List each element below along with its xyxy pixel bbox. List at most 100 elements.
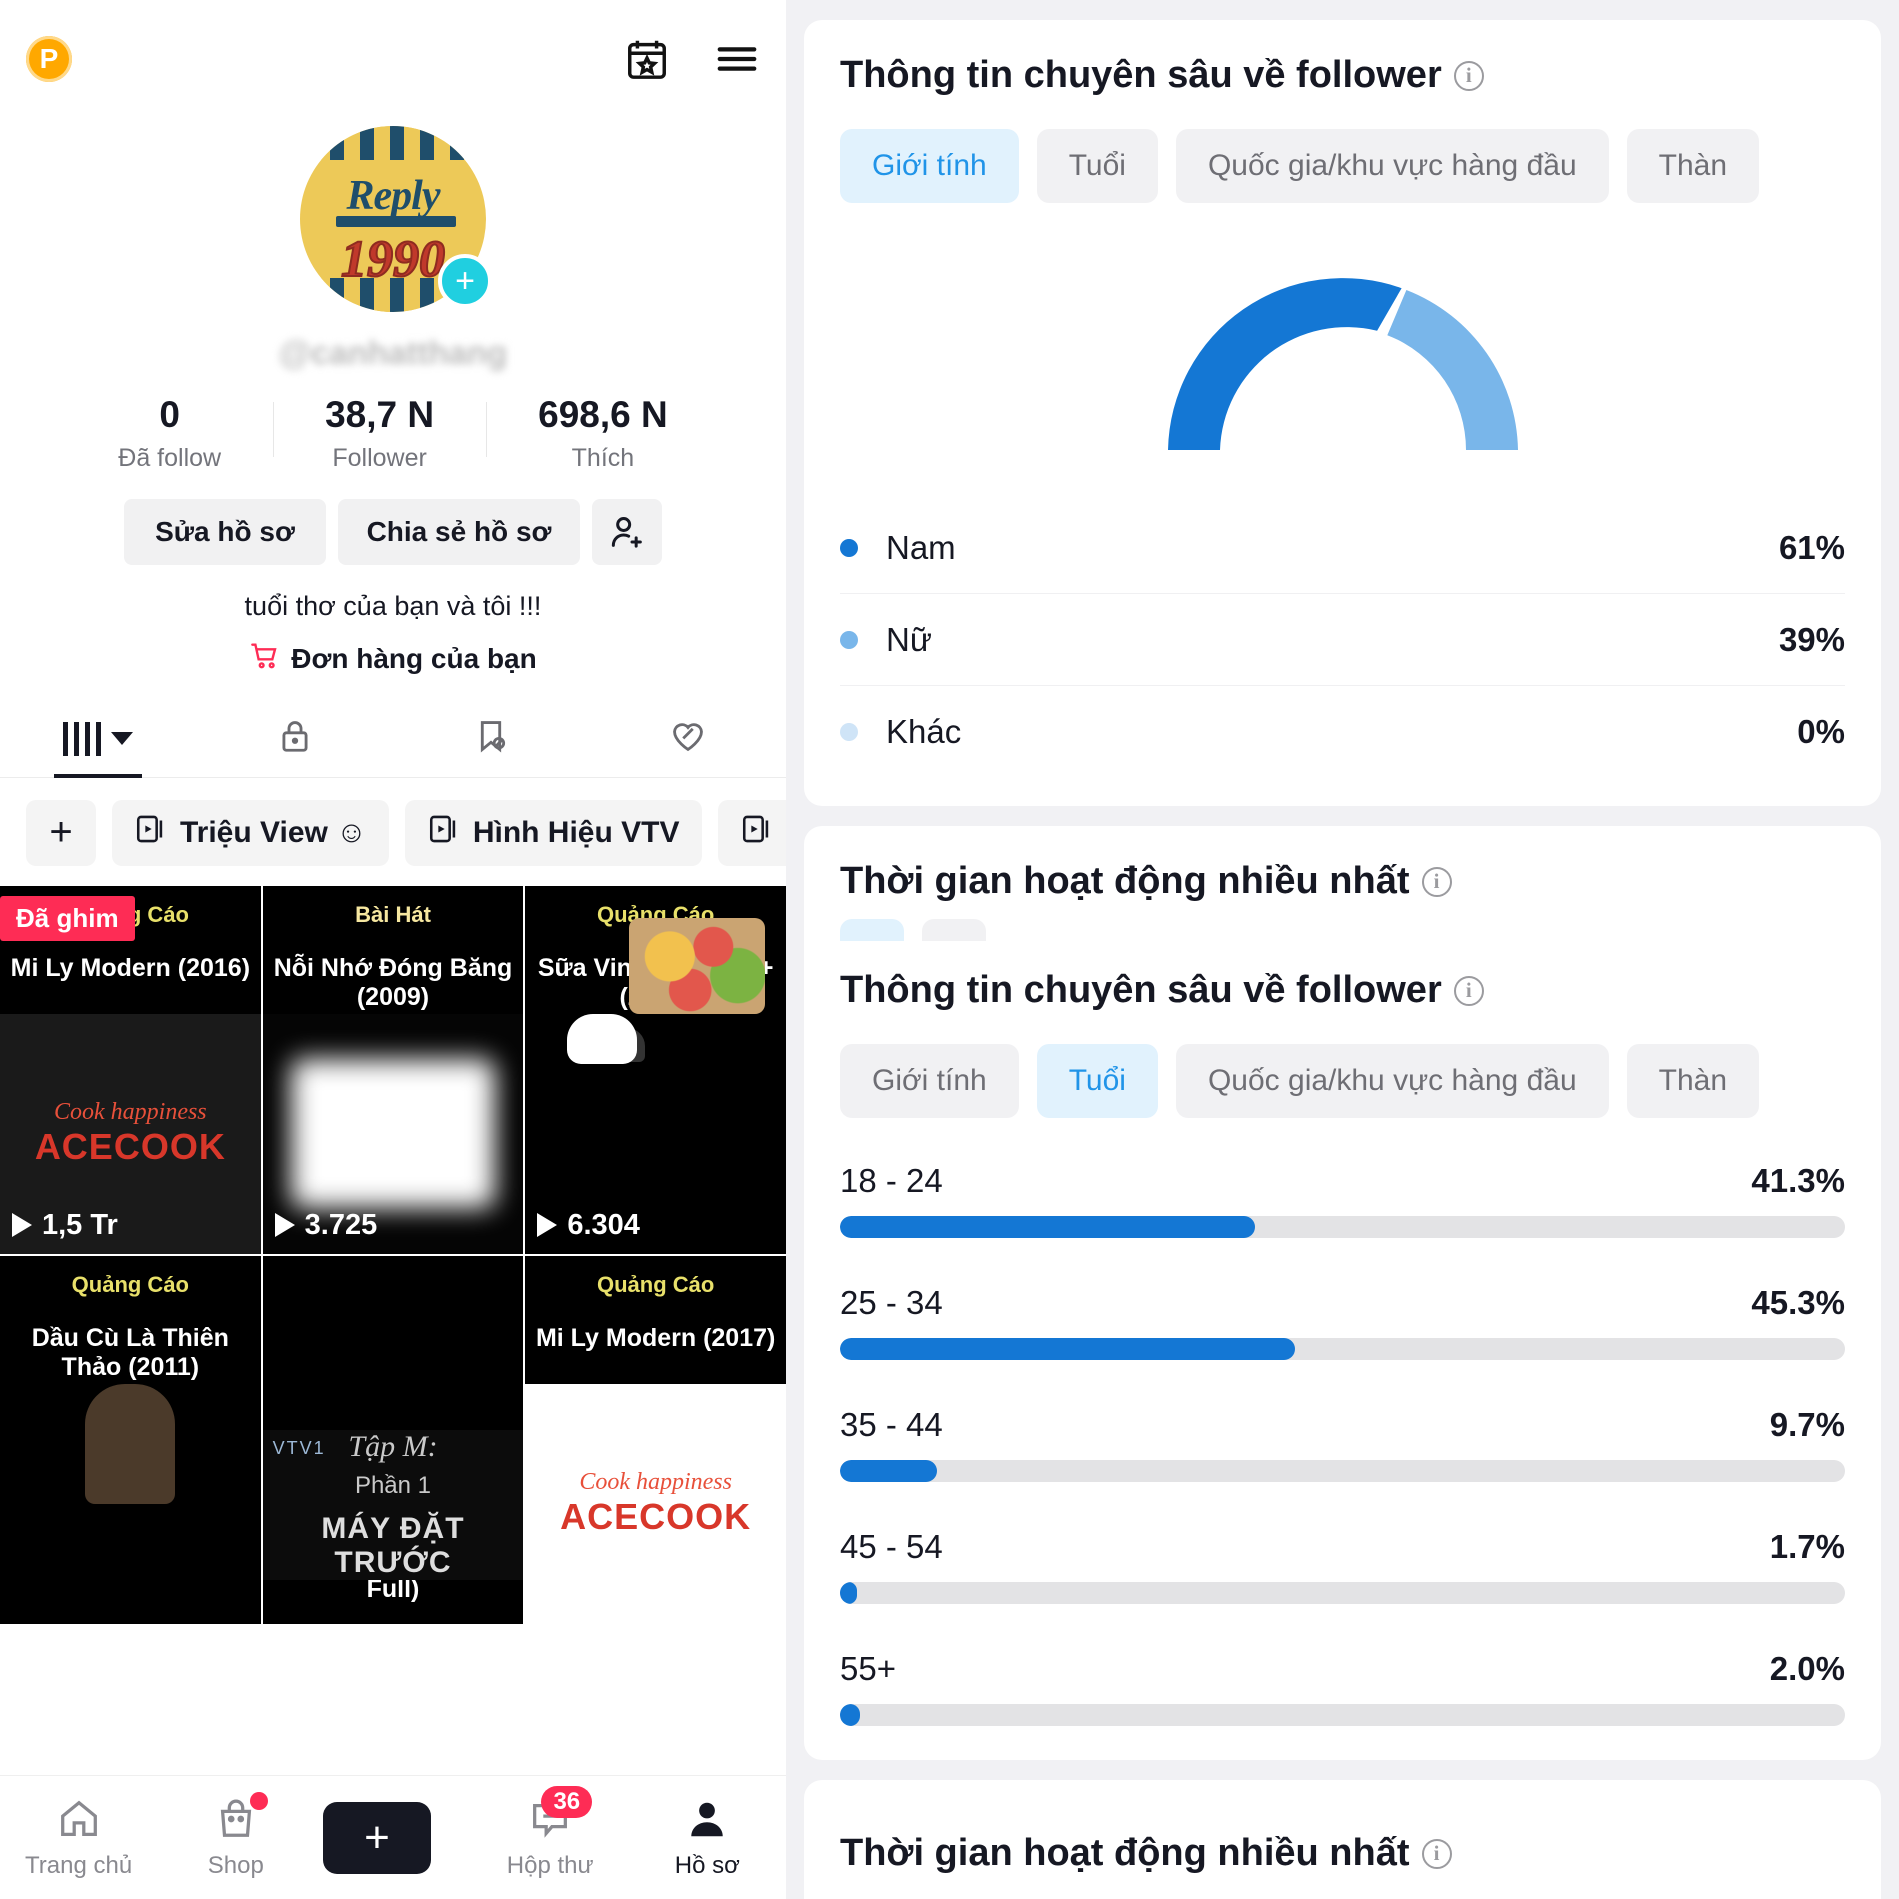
gender-gauge-chart [840,245,1845,450]
age-label: 55+ [840,1650,896,1687]
active-time-title-bottom: Thời gian hoạt động nhiều nhất i [840,1832,1845,1875]
legend-label-nu: Nữ [886,620,932,658]
tab-city[interactable]: Thàn [1626,129,1760,203]
playlist-chip[interactable]: Hình Hiệu VTV [404,799,702,866]
cow-shape [567,1013,638,1064]
edit-profile-button[interactable]: Sửa hồ sơ [124,498,326,565]
create-plus-icon[interactable]: + [314,1801,439,1874]
video-cell[interactable]: Cook happiness ACECOOK Quảng Cáo Mi Ly M… [525,1255,786,1624]
info-circle-icon[interactable]: i [1453,60,1484,91]
bookmark-off-icon [472,717,510,760]
calendar-star-icon[interactable] [624,36,670,82]
pinned-badge: Đã ghim [0,895,135,941]
tab-age[interactable]: Tuổi [1036,129,1158,203]
video-cell[interactable]: Quảng Cáo Sữa Vinamilk ADM+ (2013) 6.304 [525,885,786,1254]
tab-posts[interactable] [0,701,197,777]
video-caption: Quảng Cáo Dầu Cù Là Thiên Thảo (2011) [0,1256,261,1382]
nav-create[interactable]: + [314,1801,463,1874]
info-circle-icon[interactable]: i [1421,1838,1452,1869]
topbar-actions [624,36,760,82]
person-shape [85,1383,176,1504]
profile-content-tabs [0,701,786,778]
add-story-plus-icon[interactable]: + [438,254,492,308]
tab-country-2[interactable]: Quốc gia/khu vực hàng đầu [1175,1044,1609,1118]
age-bar-track [840,1460,1845,1482]
profile-action-buttons: Sửa hồ sơ Chia sẻ hồ sơ [0,498,786,565]
nav-shop[interactable]: Shop [166,1791,306,1880]
screen-root: P Reply 1990 + @canhatthang 0 Đã follow … [0,0,1899,1899]
stat-likes-label: Thích [571,443,635,472]
playlist-chips-row[interactable]: + Triệu View ☺ Hình Hiệu VTV [0,778,786,886]
add-user-icon[interactable] [592,498,662,565]
age-bar-fill [840,1704,861,1726]
shop-orders-link[interactable]: Đơn hàng của bạn [0,640,786,679]
stat-following[interactable]: 0 Đã follow [66,395,273,473]
info-circle-icon[interactable]: i [1421,866,1452,897]
age-value: 41.3% [1751,1162,1845,1199]
playlist-label: Triệu View ☺ [180,815,367,849]
lock-private-icon [276,717,314,760]
playlist-icon [427,812,461,854]
chevron-down-icon [111,732,134,746]
tab-private[interactable] [197,701,394,777]
avatar-stripes-top [300,126,486,160]
age-row-head: 45 - 54 1.7% [840,1528,1845,1566]
video-cell[interactable]: Quảng Cáo Dầu Cù Là Thiên Thảo (2011) [0,1255,261,1624]
video-thumbnail-art: Cook happiness ACECOOK [525,1383,786,1624]
tab-reposts[interactable] [393,701,590,777]
acecook-wordmark: ACECOOK [34,1126,226,1168]
video-caption: Quảng Cáo Mi Ly Modern (2017) [525,1256,786,1353]
tab-age-2[interactable]: Tuổi [1036,1044,1158,1118]
nav-inbox[interactable]: 36 Hộp thư [480,1785,620,1880]
tab-active-time-2[interactable] [922,919,986,941]
video-title: Nỗi Nhớ Đóng Băng (2009) [273,953,513,1011]
nav-profile[interactable]: Hồ sơ [637,1796,777,1880]
avatar[interactable]: Reply 1990 + [300,126,492,312]
add-playlist-button[interactable]: + [26,799,96,866]
grid-posts-icon [63,721,102,756]
age-value: 1.7% [1769,1528,1845,1565]
person-profile-icon [691,1802,724,1836]
age-row-head: 18 - 24 41.3% [840,1162,1845,1200]
playlist-chip[interactable]: Nhạc 8X [717,799,786,866]
age-row-head: 25 - 34 45.3% [840,1284,1845,1322]
info-circle-icon[interactable]: i [1453,975,1484,1006]
stat-following-label: Đã follow [118,443,222,472]
age-value: 45.3% [1751,1284,1845,1321]
nav-shop-label: Shop [207,1851,264,1879]
tab-active-time-1[interactable] [840,919,904,941]
coin-p-icon[interactable]: P [26,36,72,82]
nav-home-label: Trang chủ [25,1851,133,1879]
hamburger-menu-icon[interactable] [714,36,760,82]
age-row-head: 55+ 2.0% [840,1650,1845,1688]
legend-label-nam: Nam [886,528,956,566]
video-views: 3.725 [274,1209,377,1242]
video-cell[interactable]: VTV1 Tập M: Phần 1 MÁY ĐẶT TRƯỚC Doraemo… [262,1255,524,1624]
age-distribution-chart: 18 - 24 41.3% 25 - 34 45.3% 35 - 44 9.7%… [840,1162,1845,1726]
tab-country[interactable]: Quốc gia/khu vực hàng đầu [1175,129,1609,203]
play-icon [12,1213,32,1238]
video-grid: Cook happiness ACECOOK Quảng Cáo Mi Ly M… [0,885,786,1624]
age-row: 25 - 34 45.3% [840,1284,1845,1360]
stat-likes[interactable]: 698,6 N Thích [486,395,720,473]
video-cell[interactable]: Cook happiness ACECOOK Quảng Cáo Mi Ly M… [0,885,261,1254]
nav-home[interactable]: Trang chủ [9,1796,149,1880]
age-row: 18 - 24 41.3% [840,1162,1845,1238]
tab-gender-2[interactable]: Giới tính [840,1044,1019,1118]
playlist-chip[interactable]: Triệu View ☺ [112,799,389,866]
follower-insights-title-2: Thông tin chuyên sâu về follower i [840,969,1845,1012]
legend-dot-khac [840,723,858,741]
active-time-title: Thời gian hoạt động nhiều nhất [840,860,1410,902]
stat-followers[interactable]: 38,7 N Follower [273,395,486,473]
share-profile-button[interactable]: Chia sẻ hồ sơ [338,498,580,565]
video-views-count: 6.304 [567,1208,640,1241]
follower-insights-title-dup: Thông tin chuyên sâu về follower [840,969,1442,1011]
tab-gender[interactable]: Giới tính [840,129,1019,203]
age-bar-track [840,1216,1845,1238]
playlist-label: Hình Hiệu VTV [472,815,680,849]
active-time-tabs-partial [840,919,1845,941]
video-cell[interactable]: Bài Hát Nỗi Nhớ Đóng Băng (2009) 3.725 [262,885,524,1254]
tab-city-2[interactable]: Thàn [1626,1044,1760,1118]
tab-liked[interactable] [590,701,787,777]
legend-value-nu: 39% [1778,620,1845,658]
